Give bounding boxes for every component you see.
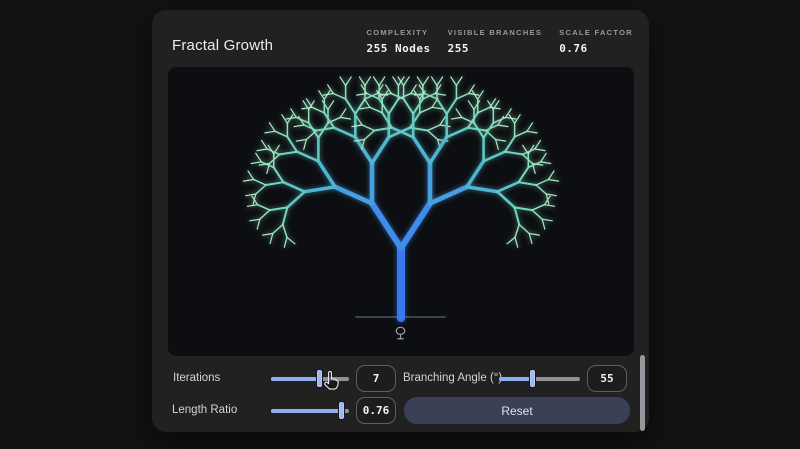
branching-angle-slider[interactable] xyxy=(499,365,580,392)
fractal-canvas xyxy=(168,67,634,356)
panel-scrollbar[interactable] xyxy=(640,355,645,431)
branching-angle-value-input[interactable] xyxy=(587,365,627,392)
branching-angle-slider-fill xyxy=(499,377,532,381)
length-ratio-value-input[interactable] xyxy=(356,397,396,424)
stat-visible-branches-label: VISIBLE BRANCHES xyxy=(447,28,543,37)
stat-complexity: COMPLEXITY 255 Nodes xyxy=(367,28,431,55)
length-ratio-slider[interactable] xyxy=(271,397,349,424)
iterations-slider[interactable] xyxy=(271,365,349,392)
iterations-label: Iterations xyxy=(173,372,221,384)
header: Fractal Growth COMPLEXITY 255 Nodes VISI… xyxy=(172,28,633,64)
stats-bar: COMPLEXITY 255 Nodes VISIBLE BRANCHES 25… xyxy=(367,28,633,55)
tree-outline-icon xyxy=(395,326,406,340)
iterations-slider-thumb[interactable] xyxy=(316,369,323,388)
iterations-slider-fill xyxy=(271,377,319,381)
branching-angle-label: Branching Angle (°) xyxy=(403,372,503,384)
controls-panel: Iterations Branching Angle (°) Length Ra… xyxy=(152,362,649,432)
page-title: Fractal Growth xyxy=(172,37,274,54)
length-ratio-slider-thumb[interactable] xyxy=(338,401,345,420)
iterations-value-input[interactable] xyxy=(356,365,396,392)
length-ratio-slider-fill xyxy=(271,409,341,413)
stat-complexity-label: COMPLEXITY xyxy=(366,28,429,37)
stat-scale-factor-label: SCALE FACTOR xyxy=(559,28,633,37)
branching-angle-slider-thumb[interactable] xyxy=(529,369,536,388)
fractal-tree-visualization xyxy=(242,76,560,322)
stat-visible-branches-value: 255 xyxy=(447,42,469,55)
length-ratio-label: Length Ratio xyxy=(172,404,238,416)
fractal-growth-window: Fractal Growth COMPLEXITY 255 Nodes VISI… xyxy=(152,10,649,432)
reset-button[interactable]: Reset xyxy=(404,397,630,424)
stat-scale-factor: SCALE FACTOR 0.76 xyxy=(559,28,633,55)
stat-complexity-value: 255 Nodes xyxy=(366,42,431,55)
stat-scale-factor-value: 0.76 xyxy=(559,42,588,55)
stat-visible-branches: VISIBLE BRANCHES 255 xyxy=(448,28,543,55)
